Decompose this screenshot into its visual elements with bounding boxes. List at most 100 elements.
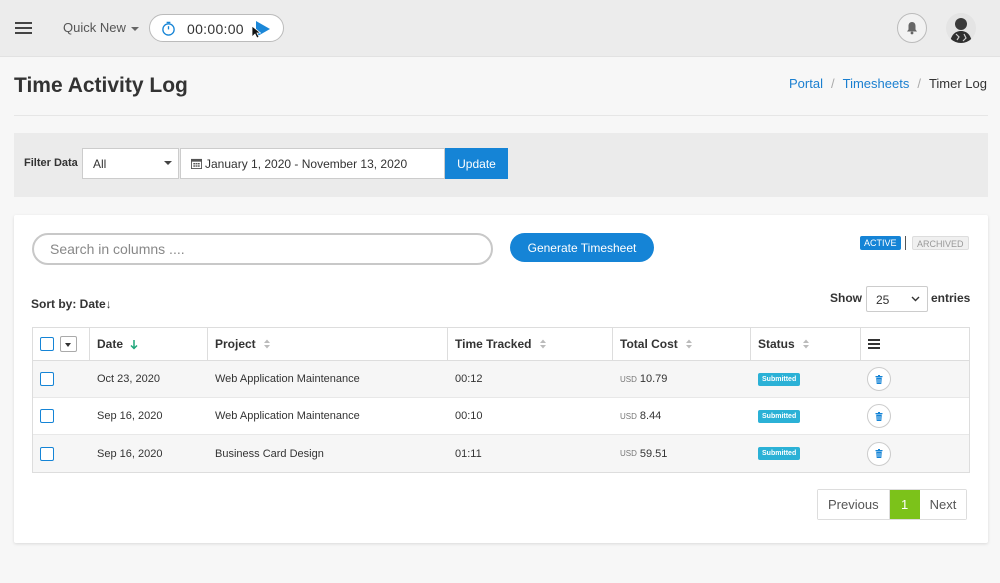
- column-header-status[interactable]: Status: [758, 328, 810, 360]
- divider: [14, 115, 988, 116]
- calendar-icon: [191, 158, 202, 169]
- select-all-checkbox[interactable]: [40, 337, 54, 351]
- column-divider: [207, 328, 208, 361]
- column-status-label: Status: [758, 337, 795, 351]
- column-divider: [750, 328, 751, 361]
- row-checkbox[interactable]: [40, 446, 54, 461]
- cost-value: 59.51: [639, 447, 668, 460]
- cell-actions: [867, 398, 891, 434]
- cell-total-cost: USD 10.79: [620, 361, 667, 397]
- trash-icon: [875, 449, 883, 458]
- cell-date: Sep 16, 2020: [97, 447, 163, 460]
- column-divider: [89, 328, 90, 361]
- currency-label: USD: [620, 411, 637, 421]
- cell-status: Submitted: [758, 435, 801, 472]
- cell-project: Business Card Design: [215, 447, 324, 460]
- page-title: Time Activity Log: [14, 74, 188, 97]
- cell-status: Submitted: [758, 398, 801, 434]
- row-select-cell: [40, 435, 54, 472]
- quick-new-label: Quick New: [63, 20, 126, 35]
- hamburger-menu-icon[interactable]: [15, 22, 32, 34]
- cell-date: Oct 23, 2020: [97, 373, 160, 385]
- column-divider: [612, 328, 613, 361]
- caret-down-icon: [164, 161, 172, 165]
- entries-label: entries: [931, 291, 971, 305]
- select-all-cell: [40, 328, 54, 360]
- currency-label: USD: [620, 449, 637, 458]
- cell-total-cost: USD 8.44: [620, 398, 661, 434]
- column-menu-icon[interactable]: [868, 339, 880, 349]
- filter-type-select[interactable]: All: [82, 148, 179, 179]
- quick-new-dropdown[interactable]: Quick New: [63, 20, 139, 35]
- column-time-label: Time Tracked: [455, 337, 532, 351]
- breadcrumb-timesheets[interactable]: Timesheets: [843, 76, 910, 91]
- archived-toggle[interactable]: ARCHIVED: [912, 236, 969, 250]
- column-divider: [860, 328, 861, 361]
- user-avatar[interactable]: [946, 13, 976, 43]
- top-bar: Quick New 00:00:00: [0, 0, 1000, 57]
- cost-value: 8.44: [639, 410, 662, 422]
- cell-time-tracked: 00:12: [455, 373, 483, 385]
- cell-actions: [867, 435, 891, 472]
- sort-icon: [802, 339, 809, 349]
- mouse-cursor-icon: [251, 25, 261, 39]
- active-toggle[interactable]: ACTIVE: [860, 236, 901, 250]
- date-range-picker[interactable]: January 1, 2020 - November 13, 2020: [180, 148, 445, 179]
- column-header-project[interactable]: Project: [215, 328, 271, 360]
- sort-icon: [263, 339, 270, 349]
- page-size-select[interactable]: 25: [866, 286, 928, 312]
- column-header-date[interactable]: Date: [97, 328, 138, 360]
- cost-value: 10.79: [639, 373, 668, 385]
- breadcrumb-current: Timer Log: [928, 76, 987, 91]
- breadcrumb-separator: /: [917, 76, 921, 91]
- cell-project: Web Application Maintenance: [215, 410, 360, 422]
- table-row[interactable]: Sep 16, 2020 Web Application Maintenance…: [33, 398, 969, 435]
- row-checkbox[interactable]: [40, 372, 54, 386]
- breadcrumb-portal[interactable]: Portal: [789, 76, 823, 91]
- show-label: Show: [830, 291, 862, 305]
- table-header-row: Date Project Time Tracked Total Cost Sta…: [33, 328, 969, 361]
- delete-button[interactable]: [867, 404, 891, 428]
- generate-timesheet-button[interactable]: Generate Timesheet: [510, 233, 654, 262]
- date-range-value: January 1, 2020 - November 13, 2020: [205, 157, 408, 171]
- row-checkbox[interactable]: [40, 409, 54, 423]
- caret-down-icon: [130, 26, 139, 31]
- column-menu-cell: [868, 328, 880, 360]
- sort-icon: [539, 339, 546, 349]
- table-row[interactable]: Oct 23, 2020 Web Application Maintenance…: [33, 361, 969, 398]
- timer-widget: 00:00:00: [149, 14, 284, 42]
- update-button[interactable]: Update: [445, 148, 508, 179]
- sort-icon: [685, 339, 692, 349]
- trash-icon: [875, 374, 883, 384]
- notifications-button[interactable]: [897, 13, 927, 43]
- trash-icon: [875, 411, 883, 421]
- breadcrumb: Portal / Timesheets / Timer Log: [789, 76, 987, 91]
- column-cost-label: Total Cost: [620, 337, 678, 351]
- search-input[interactable]: [32, 233, 493, 265]
- column-divider: [447, 328, 448, 361]
- column-header-time-tracked[interactable]: Time Tracked: [455, 328, 547, 360]
- delete-button[interactable]: [867, 441, 891, 466]
- cell-date: Sep 16, 2020: [97, 410, 163, 422]
- previous-page-button[interactable]: Previous: [818, 490, 890, 519]
- column-header-total-cost[interactable]: Total Cost: [620, 328, 693, 360]
- cell-total-cost: USD 59.51: [620, 435, 667, 472]
- timer-display: 00:00:00: [187, 21, 244, 37]
- next-page-button[interactable]: Next: [919, 490, 967, 519]
- table-row[interactable]: Sep 16, 2020 Business Card Design 01:11 …: [33, 435, 969, 472]
- chevron-down-icon: [911, 296, 920, 302]
- delete-button[interactable]: [867, 367, 891, 391]
- sort-by-label[interactable]: Sort by: Date↓: [31, 297, 112, 311]
- page-size-value: 25: [876, 293, 890, 307]
- cell-time-tracked: 01:11: [455, 447, 482, 460]
- current-page-button[interactable]: 1: [889, 490, 920, 519]
- avatar-icon: [946, 13, 976, 43]
- bulk-actions-dropdown[interactable]: [60, 336, 77, 352]
- currency-label: USD: [620, 374, 637, 384]
- caret-down-icon: [65, 343, 71, 347]
- cell-actions: [867, 361, 891, 397]
- filter-select-value: All: [93, 157, 107, 171]
- breadcrumb-separator: /: [830, 76, 835, 91]
- timesheet-card: Generate Timesheet ACTIVE ARCHIVED Sort …: [14, 215, 988, 543]
- timesheet-table: Date Project Time Tracked Total Cost Sta…: [32, 327, 970, 473]
